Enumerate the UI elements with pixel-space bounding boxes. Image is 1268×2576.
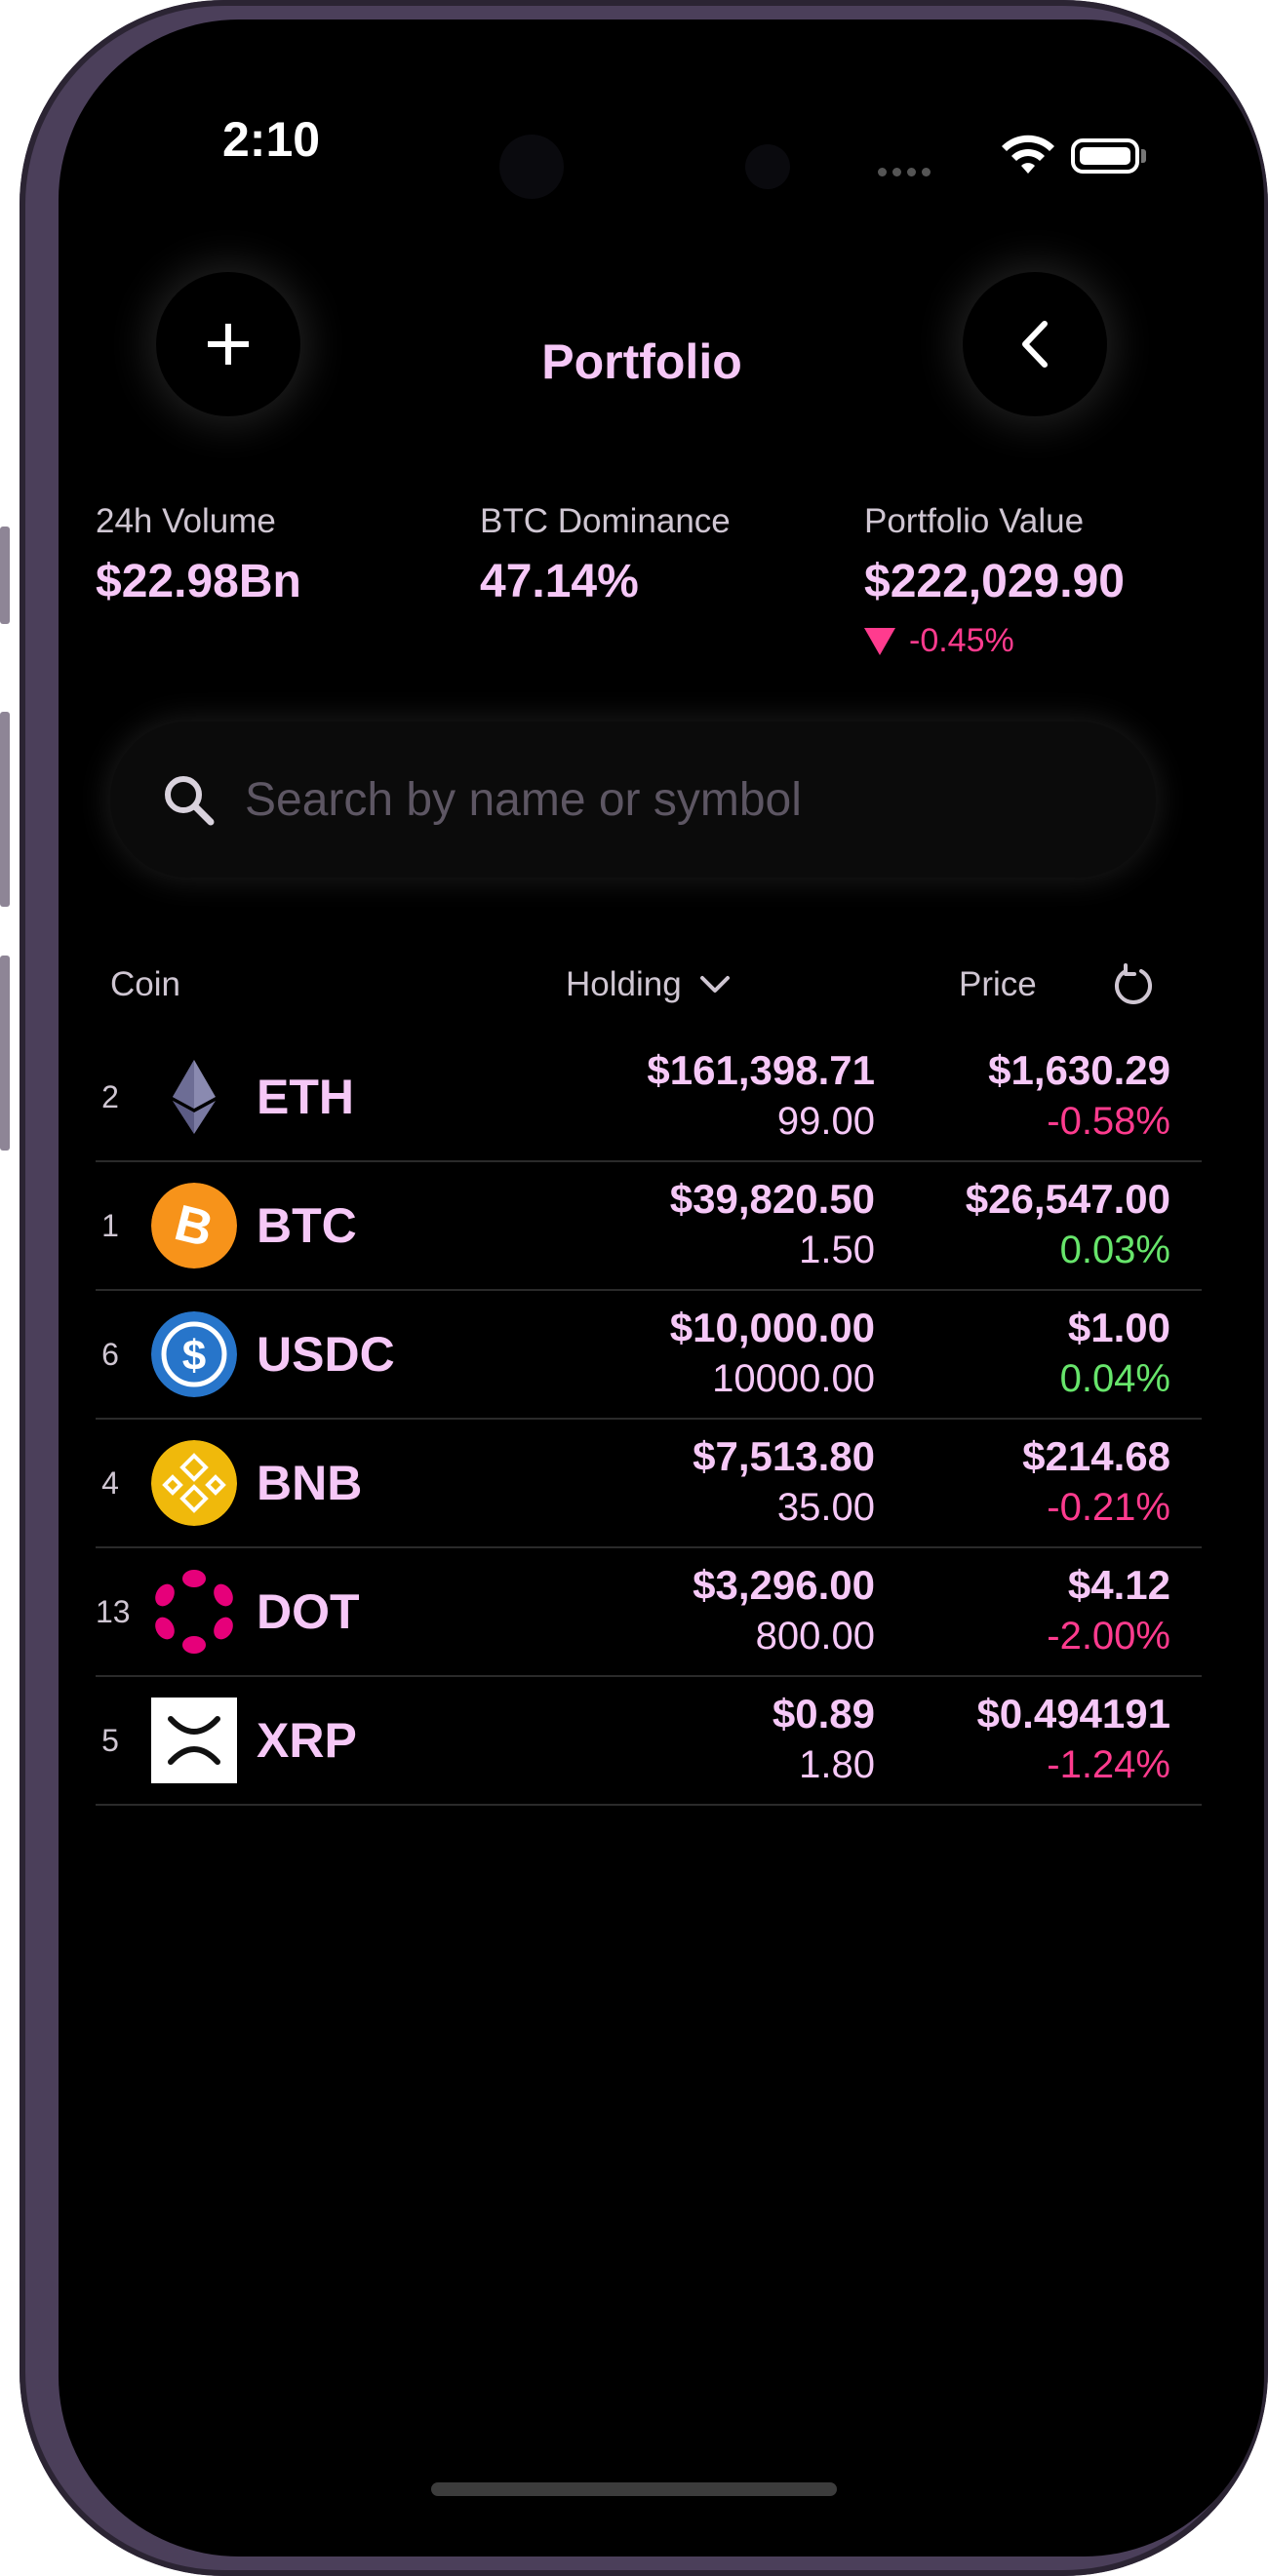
price-cell: $0.494191 -1.24% [976,1691,1170,1787]
holding-amount: 35.00 [776,1486,875,1529]
portfolio-label: Portfolio Value [864,502,1085,540]
table-row[interactable]: 13 DOT $3,296.00 800.00 $4.12 -2.00% [96,1548,1202,1677]
coin-rank: 13 [96,1594,131,1629]
back-button[interactable] [963,272,1107,416]
price-change: -0.58% [1047,1100,1170,1143]
xrp-icon [151,1698,237,1783]
status-time: 2:10 [222,112,321,167]
column-holding[interactable]: Holding [566,965,731,1004]
column-holding-label: Holding [566,965,682,1003]
coin-price: $0.494191 [976,1691,1170,1737]
price-change: 0.04% [1059,1357,1170,1400]
holding-value: $7,513.80 [693,1433,875,1479]
price-cell: $4.12 -2.00% [1047,1562,1170,1659]
holding-value: $3,296.00 [693,1562,875,1608]
bitcoin-icon: B [151,1183,237,1268]
price-change: -1.24% [1047,1743,1170,1786]
chevron-left-icon [1022,321,1048,368]
holding-cell: $39,820.50 1.50 [670,1176,875,1272]
holding-value: $10,000.00 [669,1305,875,1350]
holding-amount: 800.00 [755,1615,875,1658]
dominance-value: 47.14% [480,556,639,607]
holding-cell: $161,398.71 99.00 [647,1047,875,1144]
holding-cell: $0.89 1.80 [773,1691,875,1787]
price-change: -2.00% [1047,1615,1170,1658]
coin-symbol: DOT [257,1584,360,1639]
home-indicator[interactable] [431,2482,837,2496]
table-row[interactable]: 1 B BTC $39,820.50 1.50 $26,547.00 0.03% [96,1162,1202,1291]
table-row[interactable]: 6 $ USDC $10,000.00 10000.00 $1.00 0.04% [96,1291,1202,1420]
volume-value: $22.98Bn [96,556,301,607]
ethereum-icon [173,1060,216,1134]
coin-rank: 5 [101,1723,119,1758]
coin-rank: 1 [101,1208,119,1243]
search-icon [165,776,215,826]
portfolio-change: -0.45% [864,622,1125,660]
coin-symbol: BNB [257,1456,363,1510]
volume-stat: 24h Volume $22.98Bn [96,502,301,608]
volume-down-button [0,956,10,1151]
holding-value: $161,398.71 [647,1047,875,1093]
cellular-signal-icon [878,164,936,181]
battery-icon [1071,138,1139,174]
holding-amount: 99.00 [776,1100,875,1143]
coin-price: $26,547.00 [965,1176,1170,1222]
front-camera [499,135,564,199]
silent-switch [0,527,10,624]
face-id-sensor [745,144,790,189]
holding-amount: 1.50 [799,1229,875,1271]
usdc-icon: $ [151,1311,237,1397]
svg-text:$: $ [182,1332,206,1380]
price-cell: $214.68 -0.21% [1022,1433,1170,1530]
down-triangle-icon [864,627,895,655]
holding-cell: $10,000.00 10000.00 [670,1305,875,1401]
column-coin[interactable]: Coin [110,965,180,1004]
wifi-icon [1002,135,1054,174]
holding-amount: 10000.00 [712,1357,875,1400]
coin-price: $214.68 [1022,1433,1170,1479]
table-row[interactable]: 4 BNB $7,513.80 35.00 $214.68 -0.21% [96,1420,1202,1548]
coin-symbol: USDC [257,1327,395,1382]
volume-up-button [0,712,10,907]
holding-value: $0.89 [772,1691,875,1737]
search-bar[interactable] [110,722,1156,878]
coin-rank: 2 [101,1079,119,1114]
price-cell: $26,547.00 0.03% [966,1176,1170,1272]
polkadot-icon [155,1570,233,1654]
refresh-icon[interactable] [1112,963,1155,1006]
app-screen: 2:10 Portfolio 24h Volume $22.98Bn BTC D… [39,20,1245,2556]
dominance-stat: BTC Dominance 47.14% [480,502,731,608]
coin-symbol: ETH [257,1070,354,1124]
price-change: -0.21% [1047,1486,1170,1529]
status-bar: 2:10 [39,20,1245,199]
bnb-icon [151,1440,237,1526]
coin-price: $1.00 [1067,1305,1170,1350]
holding-cell: $3,296.00 800.00 [693,1562,875,1659]
table-row[interactable]: 5 XRP $0.89 1.80 $0.494191 -1.24% [96,1677,1202,1806]
coin-price: $4.12 [1067,1562,1170,1608]
coin-symbol: BTC [257,1198,357,1253]
portfolio-stat: Portfolio Value $222,029.90 -0.45% [864,502,1125,660]
coin-rank: 6 [101,1337,119,1372]
column-price[interactable]: Price [959,965,1037,1004]
holding-value: $39,820.50 [669,1176,875,1222]
coin-price: $1,630.29 [988,1047,1170,1093]
search-input[interactable] [243,771,1027,828]
portfolio-value: $222,029.90 [864,556,1125,607]
price-cell: $1,630.29 -0.58% [988,1047,1170,1144]
price-cell: $1.00 0.04% [1060,1305,1170,1401]
coin-rank: 4 [101,1465,119,1501]
chevron-down-icon [699,976,730,993]
holding-amount: 1.80 [799,1743,875,1786]
volume-label: 24h Volume [96,502,276,540]
portfolio-change-value: -0.45% [909,622,1014,659]
battery-tip [1141,149,1146,163]
table-row[interactable]: 2 ETH $161,398.71 99.00 $1,630.29 -0.58% [96,1034,1202,1162]
coin-symbol: XRP [257,1713,357,1768]
dominance-label: BTC Dominance [480,502,731,540]
price-change: 0.03% [1059,1229,1170,1271]
coin-list: 2 ETH $161,398.71 99.00 $1,630.29 -0.58%… [96,1034,1202,1806]
holding-cell: $7,513.80 35.00 [693,1433,875,1530]
